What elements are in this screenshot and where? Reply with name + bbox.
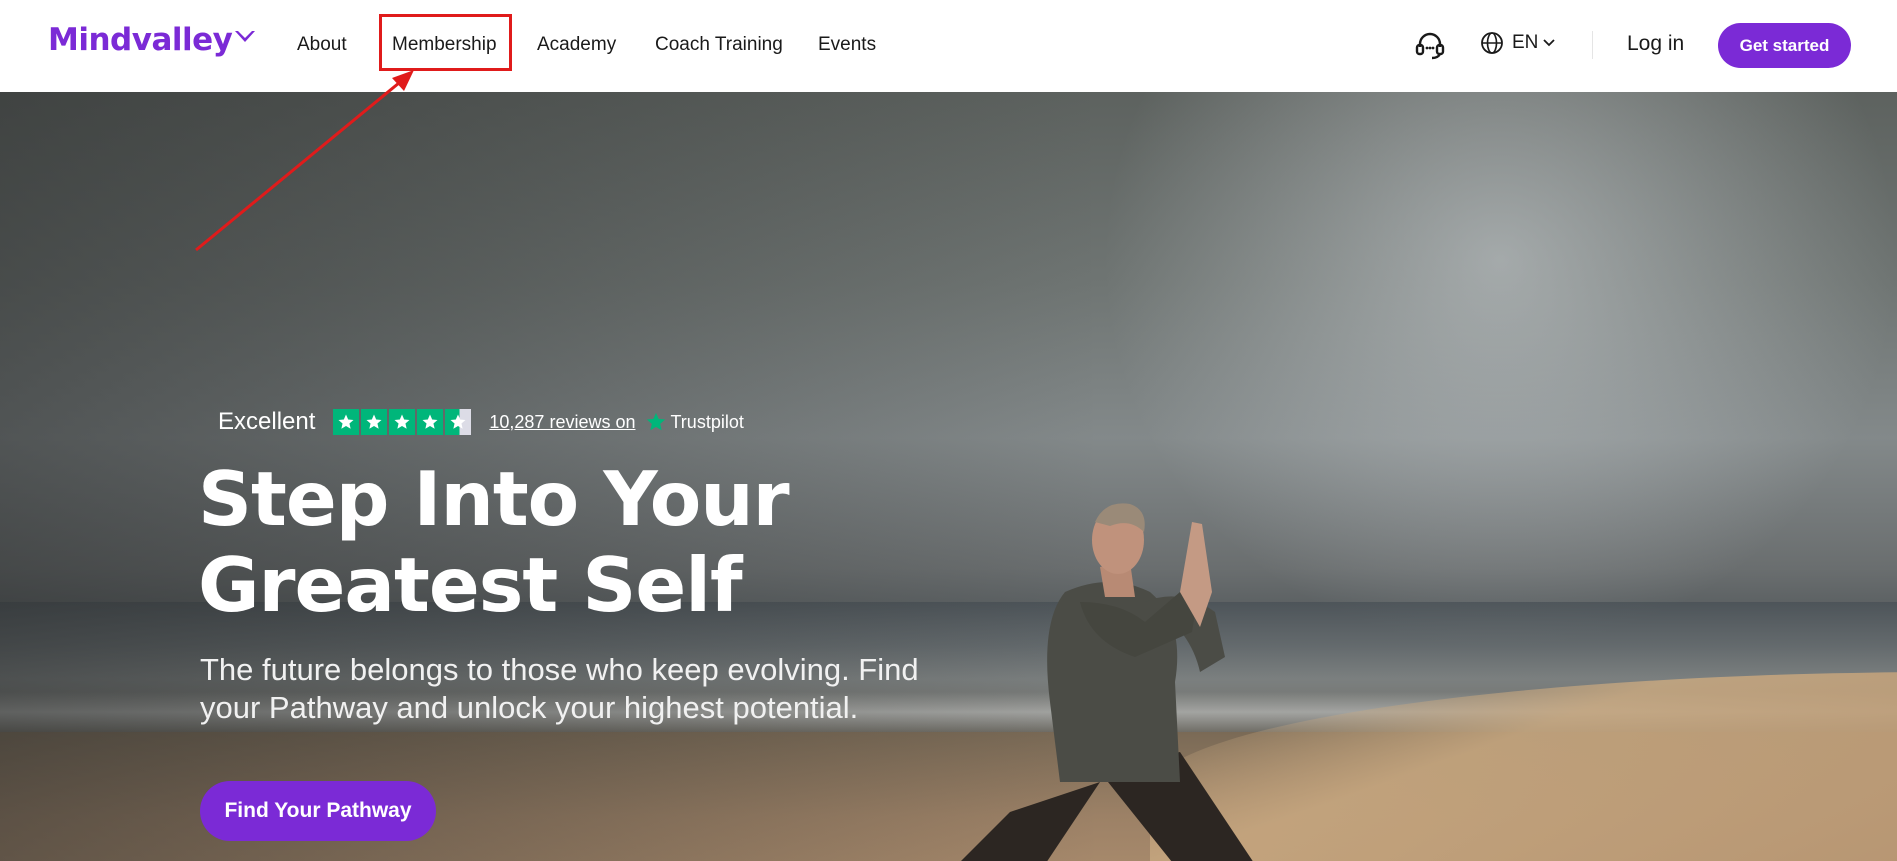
star-icon [417,409,444,435]
reviews-link[interactable]: 10,287 reviews on [489,412,635,433]
star-icon [333,409,360,435]
chevron-down-icon [1543,39,1556,47]
nav-events[interactable]: Events [818,34,876,56]
globe-icon [1481,32,1503,54]
rating-label: Excellent [218,408,316,435]
mindvalley-logo[interactable]: Mindvalley [48,22,256,58]
trustpilot-rating: Excellent 10,287 reviews on Trustpilot [218,408,744,436]
site-header: Mindvalley About Membership Academy Coac… [0,0,1897,92]
hero-headline: Step Into Your Greatest Self [198,455,790,629]
star-icon [389,409,416,435]
logo-text: Mindvalley [48,22,233,58]
language-selector[interactable]: EN [1480,31,1556,55]
hero-section: Excellent 10,287 reviews on Trustpilot S… [0,92,1897,861]
nav-coach-training[interactable]: Coach Training [655,34,783,56]
half-star-icon [445,409,472,435]
nav-academy[interactable]: Academy [537,34,616,56]
language-label: EN [1512,32,1539,53]
trustpilot-logo[interactable]: Trustpilot [645,411,744,433]
rating-stars [333,409,473,435]
header-divider [1592,31,1593,59]
headset-support-icon[interactable] [1414,31,1446,61]
headline-line-1: Step Into Your [198,455,790,543]
trustpilot-label: Trustpilot [670,411,744,432]
membership-highlight-box [379,14,512,71]
hero-person-image [961,503,1253,861]
find-your-pathway-button[interactable]: Find Your Pathway [200,781,436,841]
get-started-button[interactable]: Get started [1718,23,1851,68]
login-link[interactable]: Log in [1627,32,1684,56]
trustpilot-star-icon [647,412,666,431]
logo-wing-icon [235,31,256,42]
nav-about[interactable]: About [297,34,347,56]
headline-line-2: Greatest Self [198,541,743,629]
hero-subheading: The future belongs to those who keep evo… [200,652,919,725]
star-icon [361,409,388,435]
